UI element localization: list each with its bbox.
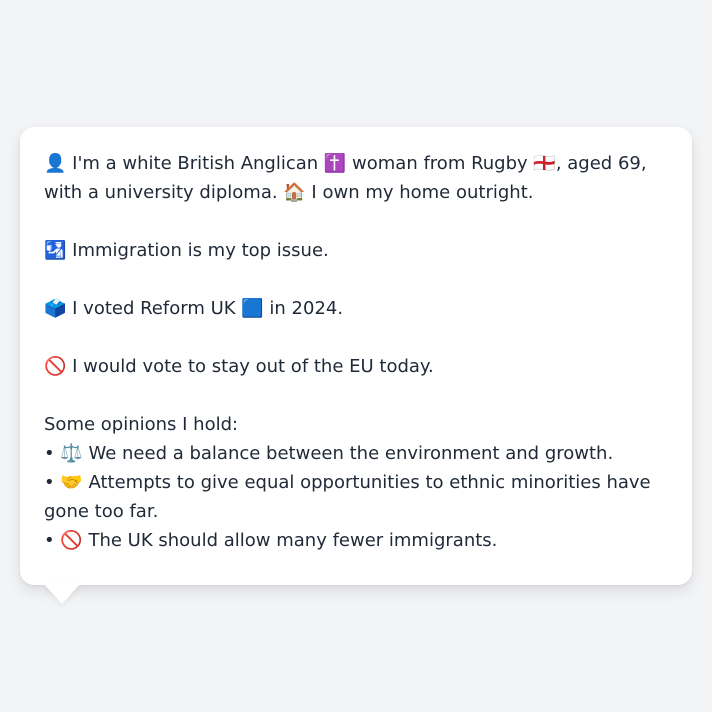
opinion-item: • 🚫 The UK should allow many fewer immig… [44,530,498,551]
opinion-item: • 🤝 Attempts to give equal opportunities… [44,472,651,522]
vote-2024-statement: 🗳️ I voted Reform UK 🟦 in 2024. [44,298,344,319]
persona-speech-bubble: 👤 I'm a white British Anglican ✝️ woman … [20,127,692,585]
eu-stance-statement: 🚫 I would vote to stay out of the EU tod… [44,356,434,377]
persona-intro: 👤 I'm a white British Anglican ✝️ woman … [44,153,647,203]
top-issue-statement: 🛂 Immigration is my top issue. [44,240,329,261]
opinions-heading: Some opinions I hold: [44,414,239,435]
speech-bubble-tail [44,584,80,604]
opinion-item: • ⚖️ We need a balance between the envir… [44,443,614,464]
